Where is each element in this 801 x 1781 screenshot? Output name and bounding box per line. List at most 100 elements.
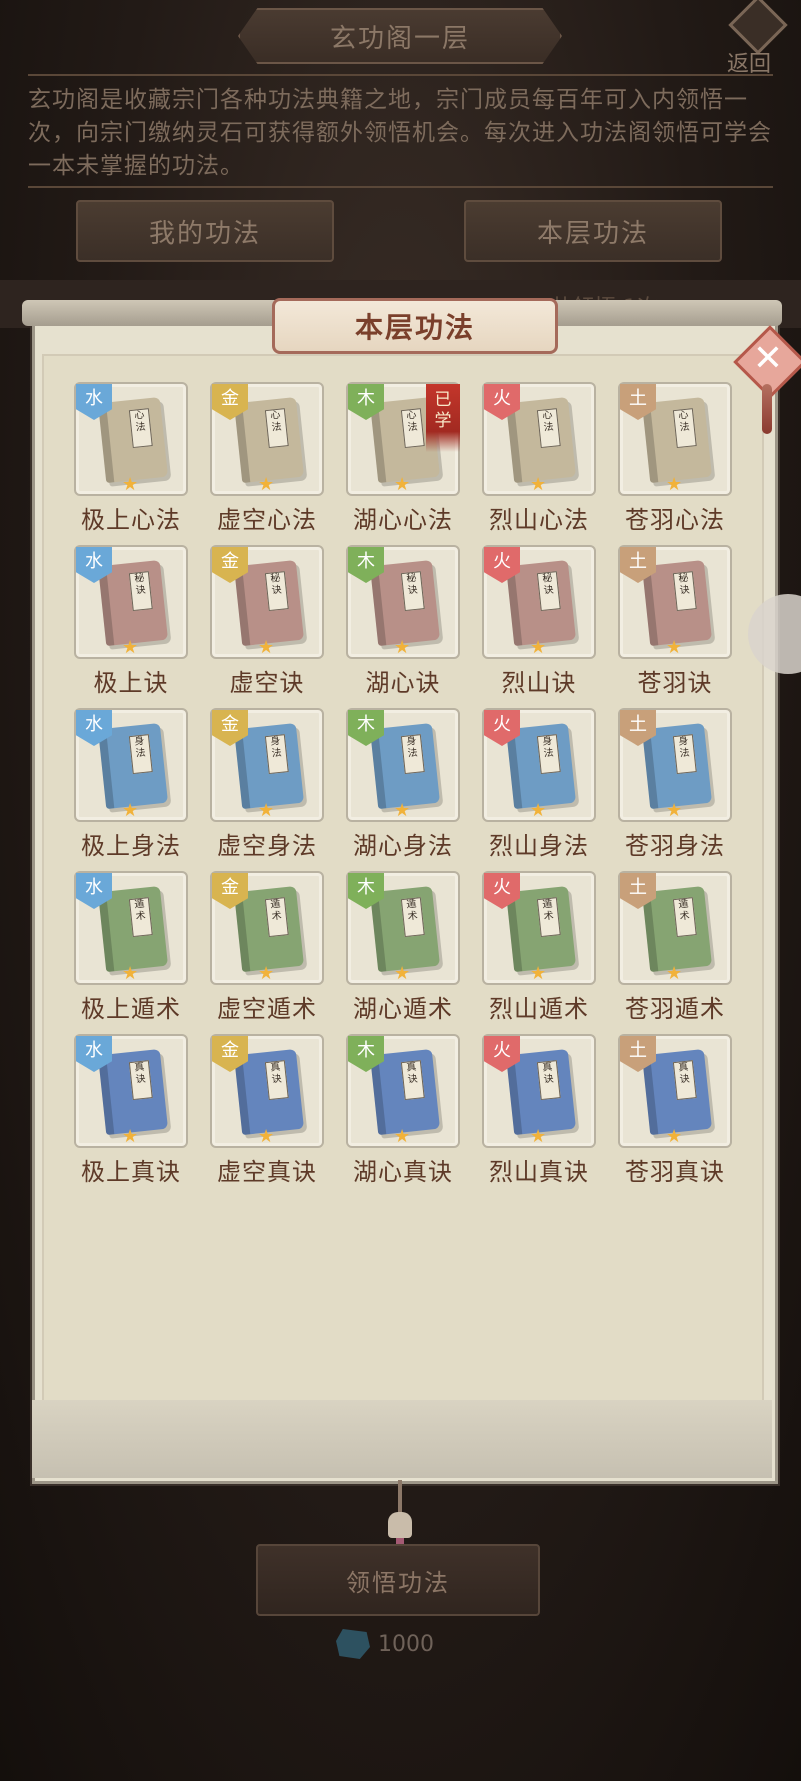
skill-item[interactable]: 真诀木 ★ 湖心真诀: [346, 1034, 460, 1186]
skill-tile[interactable]: 真诀木 ★: [346, 1034, 460, 1148]
skill-tile[interactable]: 秘诀土 ★: [618, 545, 732, 659]
skill-name: 烈山诀: [501, 669, 577, 697]
star-icon: ★: [394, 963, 411, 984]
skill-tile[interactable]: 身法金 ★: [210, 708, 324, 822]
book-label: 身法: [536, 734, 561, 775]
skill-name: 烈山遁术: [489, 995, 589, 1023]
skill-item[interactable]: 心法土 ★ 苍羽心法: [618, 382, 732, 534]
skill-item[interactable]: 遁术火 ★ 烈山遁术: [482, 871, 596, 1023]
skill-tile[interactable]: 身法水 ★: [74, 708, 188, 822]
skill-tile[interactable]: 秘诀火 ★: [482, 545, 596, 659]
star-icon: ★: [530, 1126, 547, 1147]
skill-tile[interactable]: 遁术木 ★: [346, 871, 460, 985]
star-icon: ★: [394, 800, 411, 821]
skill-tile[interactable]: 遁术火 ★: [482, 871, 596, 985]
skill-item[interactable]: 遁术木 ★ 湖心遁术: [346, 871, 460, 1023]
skill-tile[interactable]: 真诀火 ★: [482, 1034, 596, 1148]
star-icon: ★: [122, 1126, 139, 1147]
skill-tile[interactable]: 秘诀木 ★: [346, 545, 460, 659]
skill-tile[interactable]: 秘诀水 ★: [74, 545, 188, 659]
book-label: 身法: [264, 734, 289, 775]
star-icon: ★: [666, 1126, 683, 1147]
skill-item[interactable]: 身法水 ★ 极上身法: [74, 708, 188, 860]
star-icon: ★: [666, 474, 683, 495]
skill-tile[interactable]: 心法水 ★: [74, 382, 188, 496]
skill-item[interactable]: 身法木 ★ 湖心身法: [346, 708, 460, 860]
book-label: 身法: [400, 734, 425, 775]
skill-tile[interactable]: 真诀金 ★: [210, 1034, 324, 1148]
skill-tile[interactable]: 遁术土 ★: [618, 871, 732, 985]
skill-item[interactable]: 身法土 ★ 苍羽身法: [618, 708, 732, 860]
skill-item[interactable]: 心法金 ★ 虚空心法: [210, 382, 324, 534]
skill-item[interactable]: 真诀火 ★ 烈山真诀: [482, 1034, 596, 1186]
skill-name: 极上诀: [93, 669, 169, 697]
star-icon: ★: [258, 637, 275, 658]
skill-tile[interactable]: 真诀土 ★: [618, 1034, 732, 1148]
star-icon: ★: [666, 800, 683, 821]
skill-name: 苍羽遁术: [625, 995, 725, 1023]
skill-item[interactable]: 真诀水 ★ 极上真诀: [74, 1034, 188, 1186]
book-label: 真诀: [264, 1060, 289, 1101]
skill-item[interactable]: 身法金 ★ 虚空身法: [210, 708, 324, 860]
skill-item[interactable]: 心法火 ★ 烈山心法: [482, 382, 596, 534]
skill-name: 烈山身法: [489, 832, 589, 860]
book-label: 心法: [400, 408, 425, 449]
skill-item[interactable]: 遁术水 ★ 极上遁术: [74, 871, 188, 1023]
skill-tile[interactable]: 心法火 ★: [482, 382, 596, 496]
book-label: 心法: [672, 408, 697, 449]
star-icon: ★: [258, 1126, 275, 1147]
skill-item[interactable]: 秘诀水 ★ 极上诀: [74, 545, 188, 697]
skill-tile[interactable]: 身法火 ★: [482, 708, 596, 822]
skill-tile[interactable]: 身法土 ★: [618, 708, 732, 822]
skill-name: 极上遁术: [81, 995, 181, 1023]
skill-item[interactable]: 秘诀木 ★ 湖心诀: [346, 545, 460, 697]
tab-my-skills[interactable]: 我的功法: [76, 200, 334, 262]
skill-name: 苍羽身法: [625, 832, 725, 860]
skill-tile[interactable]: 心法金 ★: [210, 382, 324, 496]
book-label: 身法: [672, 734, 697, 775]
comprehend-button[interactable]: 领悟功法: [256, 1544, 540, 1616]
skill-item[interactable]: 心法木 ★ 已学湖心心法: [346, 382, 460, 534]
skill-name: 苍羽真诀: [625, 1158, 725, 1186]
star-icon: ★: [394, 637, 411, 658]
skill-name: 虚空真诀: [217, 1158, 317, 1186]
skill-item[interactable]: 秘诀土 ★ 苍羽诀: [618, 545, 732, 697]
skill-item[interactable]: 身法火 ★ 烈山身法: [482, 708, 596, 860]
star-icon: ★: [666, 637, 683, 658]
star-icon: ★: [394, 474, 411, 495]
skill-item[interactable]: 真诀金 ★ 虚空真诀: [210, 1034, 324, 1186]
skill-name: 苍羽心法: [625, 506, 725, 534]
skill-item[interactable]: 真诀土 ★ 苍羽真诀: [618, 1034, 732, 1186]
panel-title: 本层功法: [272, 298, 558, 354]
skill-item[interactable]: 秘诀火 ★ 烈山诀: [482, 545, 596, 697]
star-icon: ★: [394, 1126, 411, 1147]
book-label: 身法: [128, 734, 153, 775]
book-label: 心法: [264, 408, 289, 449]
description-text: 玄功阁是收藏宗门各种功法典籍之地，宗门成员每百年可入内领悟一次，向宗门缴纳灵石可…: [28, 87, 772, 179]
skill-name: 虚空心法: [217, 506, 317, 534]
skill-tile[interactable]: 真诀水 ★: [74, 1034, 188, 1148]
star-icon: ★: [258, 800, 275, 821]
skill-tile[interactable]: 秘诀金 ★: [210, 545, 324, 659]
skill-item[interactable]: 遁术金 ★ 虚空遁术: [210, 871, 324, 1023]
skill-name: 虚空身法: [217, 832, 317, 860]
skill-tile[interactable]: 身法木 ★: [346, 708, 460, 822]
star-icon: ★: [122, 963, 139, 984]
star-icon: ★: [666, 963, 683, 984]
star-icon: ★: [530, 474, 547, 495]
close-icon[interactable]: ✕: [745, 336, 791, 382]
back-button[interactable]: 返回: [715, 0, 795, 77]
skill-item[interactable]: 遁术土 ★ 苍羽遁术: [618, 871, 732, 1023]
skill-item[interactable]: 秘诀金 ★ 虚空诀: [210, 545, 324, 697]
star-icon: ★: [530, 800, 547, 821]
skill-tile[interactable]: 心法木 ★ 已学: [346, 382, 460, 496]
tab-floor-skills[interactable]: 本层功法: [464, 200, 722, 262]
skill-name: 湖心真诀: [353, 1158, 453, 1186]
cost-display: 1000: [336, 1626, 434, 1662]
skill-tile[interactable]: 心法土 ★: [618, 382, 732, 496]
scroll-bottom: [32, 1400, 772, 1478]
skill-tile[interactable]: 遁术水 ★: [74, 871, 188, 985]
skill-item[interactable]: 心法水 ★ 极上心法: [74, 382, 188, 534]
book-label: 真诀: [672, 1060, 697, 1101]
skill-tile[interactable]: 遁术金 ★: [210, 871, 324, 985]
